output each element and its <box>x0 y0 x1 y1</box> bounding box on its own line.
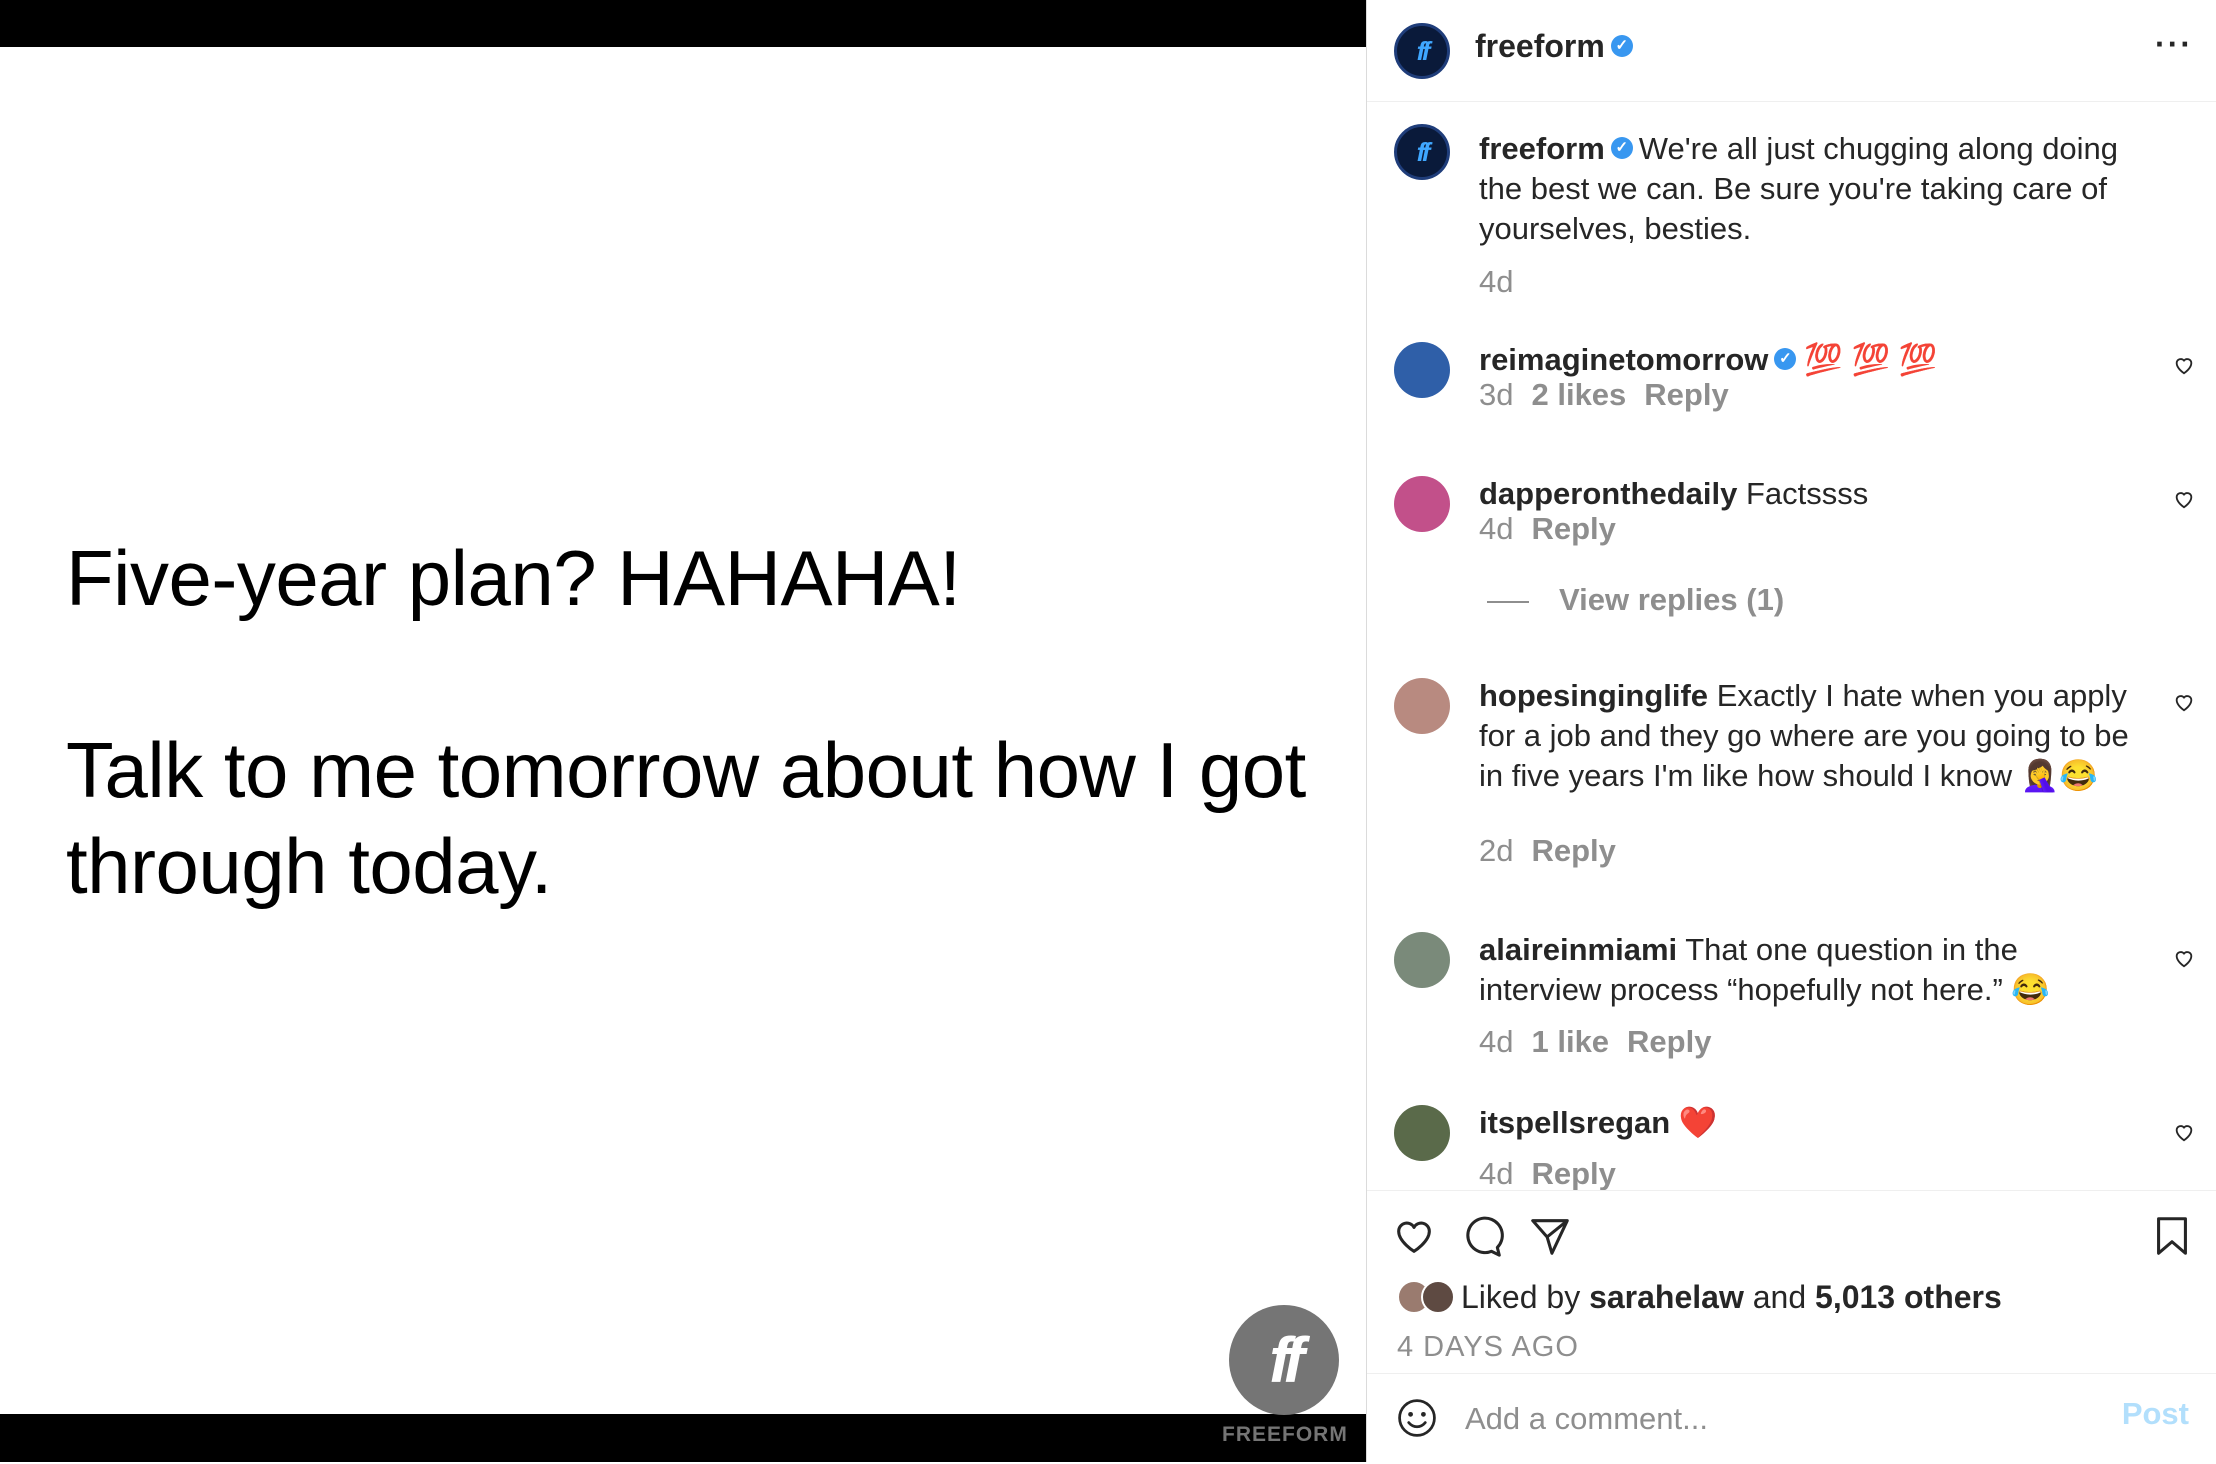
post-actions: Liked by sarahelaw and 5,013 others 4 DA… <box>1367 1190 2216 1463</box>
comment-time[interactable]: 3d <box>1479 377 1513 412</box>
likes-prefix: Liked by <box>1461 1279 1581 1315</box>
post-image[interactable]: Five-year plan? HAHAHA! Talk to me tomor… <box>0 47 1366 1446</box>
author-username[interactable]: freeform ✓ <box>1475 28 1633 65</box>
verified-badge-icon: ✓ <box>1774 347 1797 370</box>
caption-username[interactable]: freeform <box>1479 131 1605 166</box>
comment-username[interactable]: hopesinginglife <box>1479 678 1708 713</box>
comment-input[interactable] <box>1463 1396 2067 1442</box>
freeform-logo-mark: ff <box>1229 1305 1339 1415</box>
verified-badge-icon: ✓ <box>1610 136 1633 159</box>
comment-text: dapperonthedaily Factssss <box>1479 474 2159 514</box>
commenter-avatar[interactable] <box>1394 1105 1450 1161</box>
comment-time[interactable]: 4d <box>1479 1156 1513 1190</box>
comment-username[interactable]: itspellsregan <box>1479 1105 1670 1140</box>
verified-badge-icon: ✓ <box>1610 34 1633 57</box>
replies-dash <box>1487 600 1529 603</box>
comment-body: Factssss <box>1746 476 1869 511</box>
caption-avatar[interactable]: ff <box>1394 124 1450 180</box>
comment-meta: 2d Reply <box>1479 831 1634 871</box>
comment-icon[interactable] <box>1459 1213 1505 1259</box>
post-header: ff freeform ✓ ··· <box>1367 0 2216 102</box>
emoji-icon[interactable] <box>1395 1396 1439 1440</box>
post-image-line-1: Five-year plan? HAHAHA! <box>66 534 961 622</box>
commenter-avatar[interactable] <box>1394 678 1450 734</box>
comment-text: hopesinginglife Exactly I hate when you … <box>1479 676 2129 796</box>
comment-time[interactable]: 4d <box>1479 1024 1513 1059</box>
comment-likes[interactable]: 1 like <box>1531 1024 1609 1059</box>
likes-summary: Liked by sarahelaw and 5,013 others <box>1397 1277 2002 1317</box>
comment-like-heart-icon[interactable] <box>2173 947 2195 969</box>
view-replies-button[interactable]: View replies (1) <box>1487 580 1784 620</box>
comments-list[interactable]: ff freeform ✓ We're all just chugging alon… <box>1367 102 2216 1190</box>
commenter-avatar[interactable] <box>1394 476 1450 532</box>
post-image-line-2: Talk to me tomorrow about how I got thro… <box>66 726 1306 910</box>
comment-body: 💯 💯 💯 <box>1804 342 1938 377</box>
more-options-icon[interactable]: ··· <box>2155 26 2193 63</box>
comment-meta: 3d 2 likes Reply <box>1479 375 1747 415</box>
author-username-text[interactable]: freeform <box>1475 28 1605 64</box>
comment-text: reimaginetomorrow ✓ 💯 💯 💯 <box>1479 340 2159 380</box>
comment-username[interactable]: alaireinmiami <box>1479 932 1677 967</box>
comment-body: ❤️ <box>1678 1105 1718 1140</box>
commenter-avatar[interactable] <box>1394 932 1450 988</box>
reply-button[interactable]: Reply <box>1531 511 1615 546</box>
comment-time[interactable]: 2d <box>1479 833 1513 868</box>
bookmark-icon[interactable] <box>2149 1213 2195 1259</box>
comment-text: alaireinmiami That one question in the i… <box>1479 930 2129 1010</box>
comment-username[interactable]: reimaginetomorrow <box>1479 342 1768 377</box>
caption-text: freeform ✓ We're all just chugging along d… <box>1479 129 2159 249</box>
caption-meta: 4d <box>1479 262 1531 302</box>
view-replies-label[interactable]: View replies (1) <box>1559 582 1784 617</box>
liker-avatar[interactable] <box>1421 1279 1455 1314</box>
comment-meta: 4d Reply <box>1479 509 1634 549</box>
reply-button[interactable]: Reply <box>1531 833 1615 868</box>
author-avatar[interactable]: ff <box>1394 23 1450 79</box>
comment-likes[interactable]: 2 likes <box>1531 377 1626 412</box>
commenter-avatar[interactable] <box>1394 342 1450 398</box>
post-date[interactable]: 4 DAYS AGO <box>1397 1331 1579 1364</box>
post-media: Five-year plan? HAHAHA! Talk to me tomor… <box>0 0 1366 1462</box>
comment-time[interactable]: 4d <box>1479 511 1513 546</box>
comment-text: itspellsregan ❤️ <box>1479 1103 2159 1143</box>
likes-user[interactable]: sarahelaw <box>1589 1279 1744 1315</box>
instagram-post-view: Five-year plan? HAHAHA! Talk to me tomor… <box>0 0 2216 1462</box>
comment-like-heart-icon[interactable] <box>2173 488 2195 510</box>
send-icon[interactable] <box>1527 1213 1573 1259</box>
heart-icon[interactable] <box>1391 1213 1437 1259</box>
likes-joiner: and <box>1752 1279 1807 1315</box>
freeform-logo: ff FREEFORM <box>1222 1305 1348 1449</box>
comment-meta: 4d 1 like Reply <box>1479 1022 1729 1062</box>
comment-form: Post <box>1367 1373 2216 1464</box>
comment-like-heart-icon[interactable] <box>2173 691 2195 713</box>
likes-others[interactable]: 5,013 others <box>1815 1279 2002 1315</box>
reply-button[interactable]: Reply <box>1531 1156 1615 1190</box>
comment-like-heart-icon[interactable] <box>2173 354 2195 376</box>
post-comment-button[interactable]: Post <box>2122 1396 2189 1432</box>
freeform-logo-word: FREEFORM <box>1222 1423 1348 1446</box>
reply-button[interactable]: Reply <box>1644 377 1728 412</box>
comment-username[interactable]: dapperonthedaily <box>1479 476 1737 511</box>
comment-like-heart-icon[interactable] <box>2173 1121 2195 1143</box>
post-side-panel: ff freeform ✓ ··· ff freeform ✓ We're all j… <box>1366 0 2216 1462</box>
reply-button[interactable]: Reply <box>1627 1024 1711 1059</box>
caption-time[interactable]: 4d <box>1479 264 1513 299</box>
comment-meta: 4d Reply <box>1479 1154 1634 1190</box>
